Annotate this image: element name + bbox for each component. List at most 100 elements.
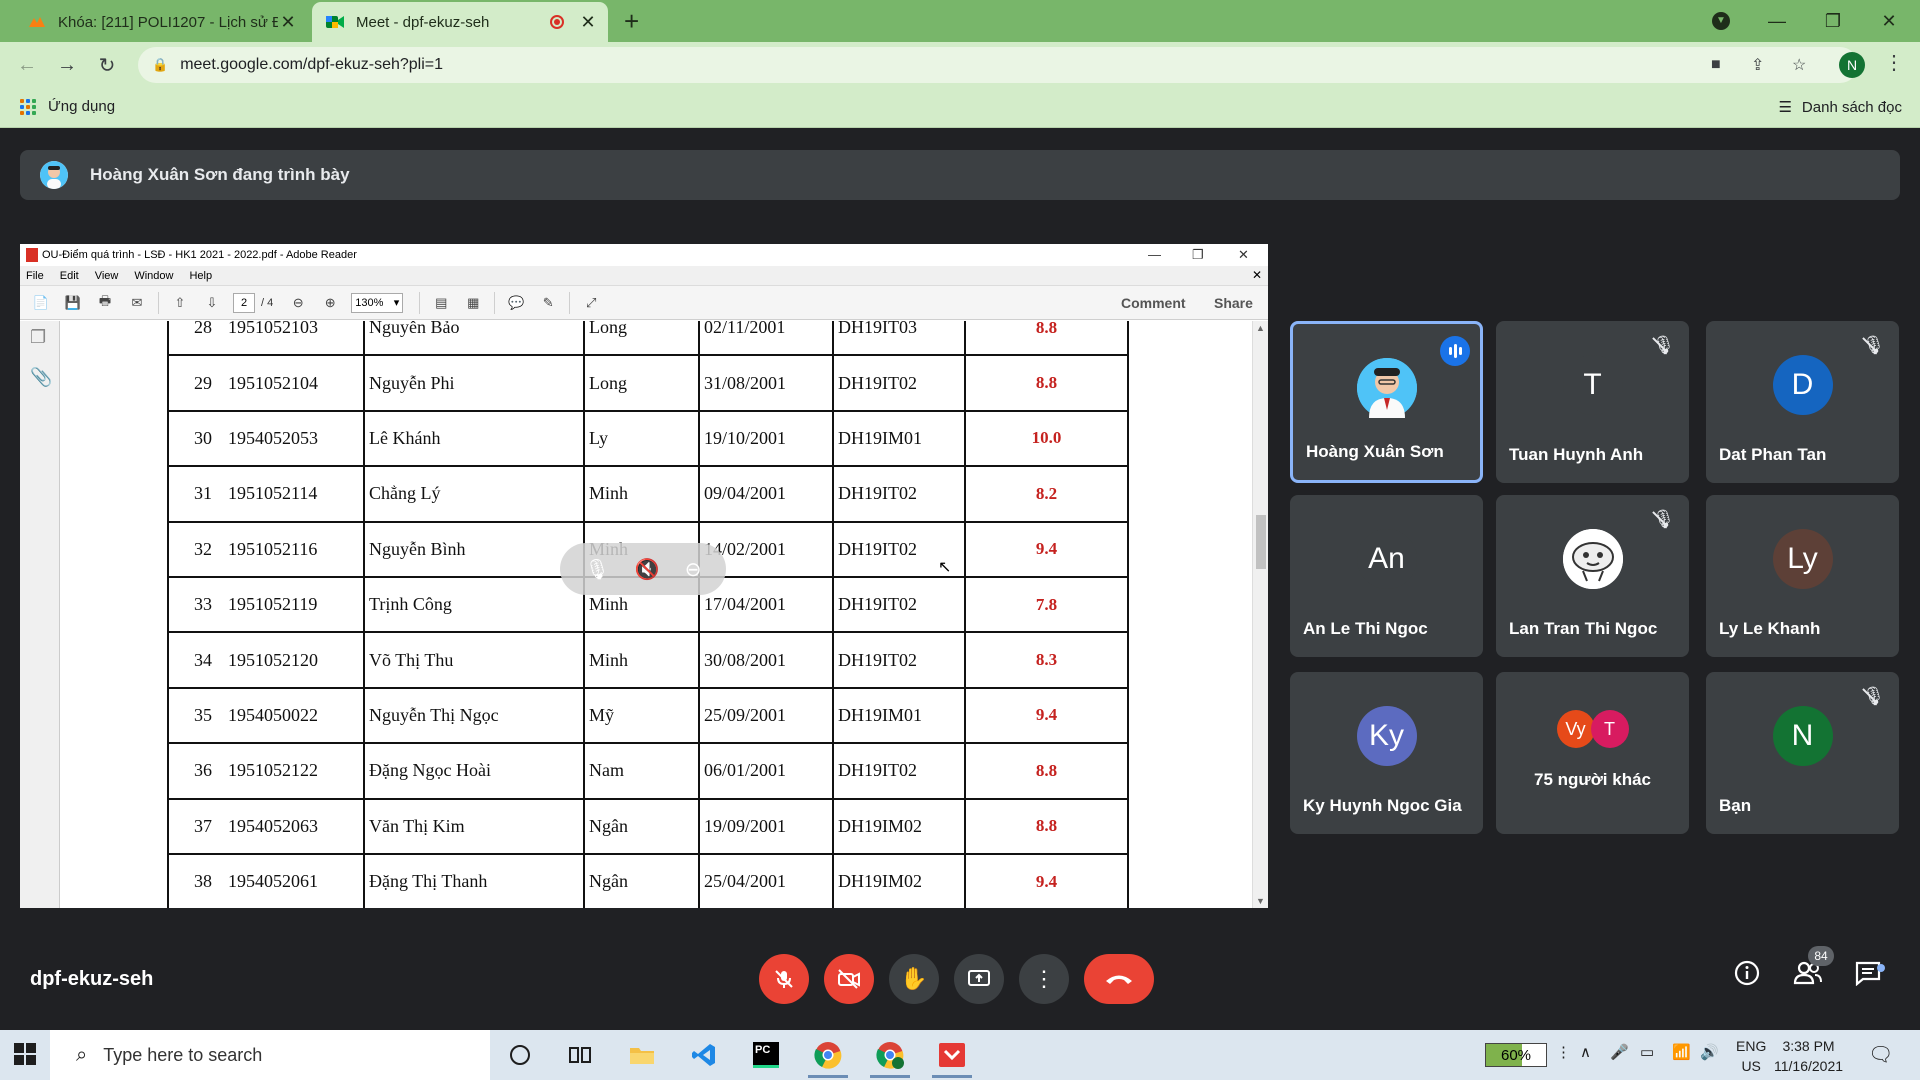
search-placeholder: Type here to search: [103, 1044, 263, 1065]
tab-meet[interactable]: Meet - dpf-ekuz-seh ✕: [312, 2, 608, 42]
windows-taskbar: ⌕ Type here to search PC 60% ⋮ ∧ 🎤 ▭ 📶 🔊…: [0, 1030, 1920, 1080]
cell-ho: Đặng Thị Thanh: [363, 852, 585, 908]
cell-stt: 35: [167, 686, 224, 745]
url-text: meet.google.com/dpf-ekuz-seh?pli=1: [180, 56, 444, 73]
camera-toggle-button[interactable]: [824, 954, 874, 1004]
reader-toolbar: 📄 💾 🖶 ✉ ⇧ ⇩ 2 / 4 ⊖ ⊕ 130% ▾ ▤ ▦ 💬 ✎ ⤢ Co…: [20, 286, 1268, 320]
notifications-icon[interactable]: 🗨: [1868, 1042, 1893, 1067]
microphone-tray-icon[interactable]: 🎤: [1610, 1043, 1629, 1061]
system-clock[interactable]: 3:38 PM 11/16/2021: [1774, 1036, 1843, 1076]
cell-lop: DH19IT02: [832, 465, 966, 523]
zoom-in-icon: ⊕: [324, 294, 336, 310]
participant-tile[interactable]: An An Le Thi Ngoc: [1290, 495, 1483, 657]
cell-diem: 8.3: [964, 631, 1129, 689]
camera-icon[interactable]: ■: [1711, 47, 1721, 83]
wifi-icon[interactable]: 📶: [1672, 1043, 1691, 1061]
presenting-text: Hoàng Xuân Sơn đang trình bày: [90, 165, 350, 184]
present-screen-icon: [968, 970, 990, 986]
tab-search-button[interactable]: ▼: [1698, 0, 1744, 42]
task-view-icon[interactable]: [550, 1030, 610, 1080]
pycharm-icon[interactable]: PC: [736, 1030, 796, 1080]
cell-ten: Mỹ: [583, 686, 700, 745]
menu-help: Help: [189, 269, 213, 282]
avatar: Ky: [1356, 706, 1417, 766]
cell-stt: 33: [167, 575, 224, 634]
bookmark-star-icon[interactable]: ☆: [1792, 47, 1806, 83]
participant-tile[interactable]: T Tuan Huynh Anh 🎙: [1496, 321, 1689, 483]
leave-call-button[interactable]: [1084, 954, 1154, 1004]
cell-diem: 8.8: [964, 742, 1129, 800]
share-icon[interactable]: ⇪: [1751, 47, 1764, 83]
cell-lop: DH19IT03: [832, 321, 966, 357]
recording-icon: [550, 15, 564, 29]
scroll-up-icon: ▲: [1256, 323, 1265, 333]
new-tab-button[interactable]: +: [624, 6, 639, 37]
reader-restore-icon: ❐: [1192, 247, 1204, 262]
cell-diem: 8.8: [964, 797, 1129, 855]
participant-name: Hoàng Xuân Sơn: [1306, 442, 1444, 461]
minimize-button[interactable]: —: [1754, 0, 1800, 42]
participant-name: An Le Thi Ngoc: [1303, 619, 1428, 638]
apps-bookmark[interactable]: Ứng dụng: [20, 98, 115, 115]
avatar: D: [1772, 355, 1833, 415]
taskbar-search-box[interactable]: ⌕ Type here to search: [50, 1030, 490, 1080]
battery-tray-icon[interactable]: ▭: [1640, 1043, 1654, 1061]
reader-minimize-icon: —: [1148, 247, 1161, 262]
cell-ngay-sinh: 25/04/2001: [698, 852, 834, 908]
close-window-button[interactable]: ✕: [1866, 0, 1912, 42]
others-count-label: 75 người khác: [1534, 770, 1651, 789]
raise-hand-button[interactable]: ✋: [889, 954, 939, 1004]
file-explorer-icon[interactable]: [612, 1030, 672, 1080]
cell-lop: DH19IT02: [832, 354, 966, 412]
tab-close-icon[interactable]: ✕: [578, 12, 598, 33]
more-options-button[interactable]: ⋮: [1019, 954, 1069, 1004]
cortana-icon[interactable]: [490, 1030, 550, 1080]
reader-scrollbar: ▲ ▼: [1252, 321, 1268, 908]
hand-icon: ✋: [900, 966, 928, 991]
table-row: 31 1951052114 Chẳng Lý Minh 09/04/2001 DH19IT…: [167, 465, 1129, 523]
cell-diem: 8.2: [964, 465, 1129, 523]
mic-muted-icon: 🎙: [1652, 335, 1675, 355]
present-now-button[interactable]: [954, 954, 1004, 1004]
reading-list-button[interactable]: ☰ Danh sách đọc: [1778, 98, 1902, 117]
participant-tile[interactable]: Hoàng Xuân Sơn: [1290, 321, 1483, 483]
cell-stt: 29: [167, 354, 224, 412]
participant-tile[interactable]: Lan Tran Thi Ngoc 🎙: [1496, 495, 1689, 657]
volume-icon[interactable]: 🔊: [1700, 1043, 1719, 1061]
profile-avatar[interactable]: N: [1839, 52, 1865, 78]
participant-tile[interactable]: Vy T 75 người khác: [1496, 672, 1689, 834]
app-red-icon[interactable]: [922, 1030, 982, 1080]
pdf-page: 28 1951052103 Nguyễn Bảo Long 02/11/2001 DH19…: [60, 321, 1252, 908]
table-row: 37 1954052063 Văn Thị Kim Ngân 19/09/2001 DH1…: [167, 797, 1129, 855]
cell-ten: Long: [583, 321, 700, 357]
windows-start-icon[interactable]: [14, 1043, 36, 1065]
show-hidden-icons[interactable]: ∧: [1580, 1043, 1591, 1061]
meeting-details-button[interactable]: [1734, 960, 1760, 993]
restore-button[interactable]: ❐: [1810, 0, 1856, 42]
tab-course[interactable]: Khóa: [211] POLI1207 - Lịch sử Đ ✕: [16, 2, 308, 42]
tab-close-icon[interactable]: ✕: [278, 12, 298, 33]
address-bar[interactable]: 🔒 meet.google.com/dpf-ekuz-seh?pli=1 ■ ⇪…: [138, 47, 1858, 83]
reload-button[interactable]: ↻: [92, 50, 122, 80]
forward-button[interactable]: →: [52, 50, 82, 80]
participant-tile[interactable]: Ky Ky Huynh Ngoc Gia: [1290, 672, 1483, 834]
cell-mssv: 1951052114: [224, 465, 365, 523]
meeting-code: dpf-ekuz-seh: [30, 968, 154, 990]
chrome-profile-icon[interactable]: [860, 1030, 920, 1080]
cell-mssv: 1951052116: [224, 520, 365, 578]
cell-stt: 30: [167, 409, 224, 468]
browser-menu-icon[interactable]: ⋮: [1884, 50, 1904, 75]
participant-tile[interactable]: N Bạn 🎙: [1706, 672, 1899, 834]
chrome-icon[interactable]: [798, 1030, 858, 1080]
back-button[interactable]: ←: [12, 50, 42, 80]
mic-toggle-button[interactable]: [759, 954, 809, 1004]
chat-unread-dot: [1877, 964, 1885, 972]
participant-tile[interactable]: D Dat Phan Tan 🎙: [1706, 321, 1899, 483]
cell-mssv: 1954052061: [224, 852, 365, 908]
cell-stt: 34: [167, 631, 224, 689]
participant-tile[interactable]: Ly Ly Le Khanh: [1706, 495, 1899, 657]
cell-diem: 8.8: [964, 321, 1129, 357]
input-language[interactable]: ENG US: [1736, 1036, 1766, 1076]
table-row: 36 1951052122 Đặng Ngọc Hoài Nam 06/01/2001 D…: [167, 742, 1129, 800]
vscode-icon[interactable]: [674, 1030, 734, 1080]
